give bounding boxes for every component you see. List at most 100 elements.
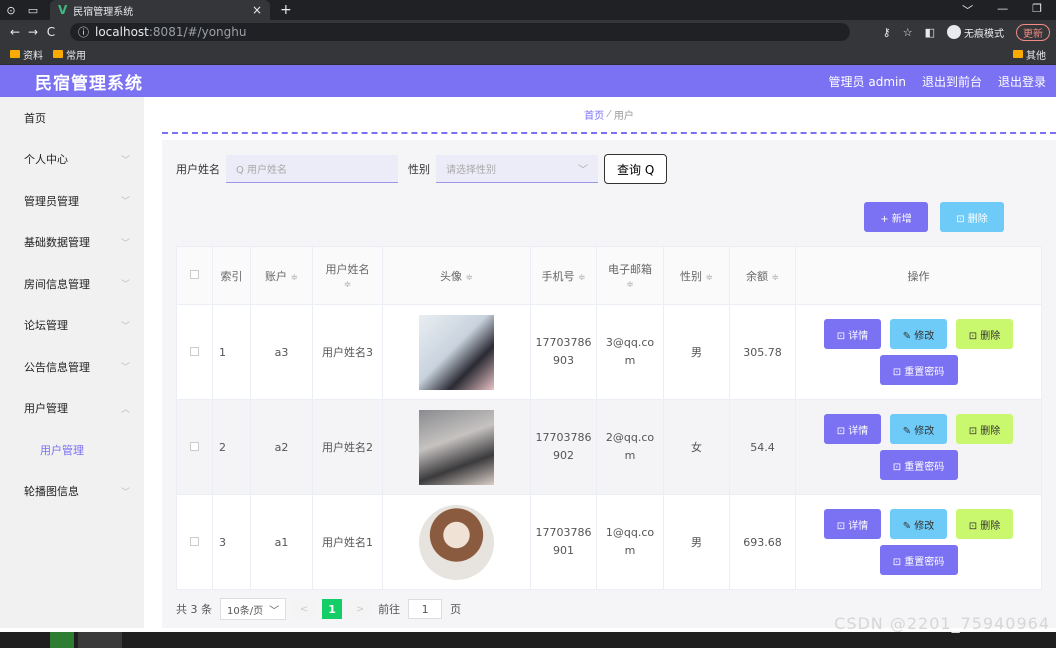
- browser-tab[interactable]: V 民宿管理系统 ×: [50, 0, 270, 20]
- sidebar-item-notice[interactable]: 公告信息管理 ﹀: [0, 346, 144, 388]
- sidepanel-icon[interactable]: ◧: [925, 26, 935, 39]
- back-icon[interactable]: ←: [6, 25, 24, 39]
- tab-search-icon[interactable]: ﹀: [962, 2, 973, 18]
- maximize-icon[interactable]: ❐: [1032, 2, 1042, 18]
- prev-page-button[interactable]: <: [294, 599, 315, 619]
- sort-icon[interactable]: ≑: [771, 273, 779, 283]
- cell-index: 1: [212, 304, 251, 400]
- sidebar-item-label: 基础数据管理: [24, 236, 90, 250]
- sidebar-subitem-user-management[interactable]: 用户管理: [0, 429, 144, 471]
- avatar-image[interactable]: [419, 409, 494, 485]
- forward-icon[interactable]: →: [24, 25, 42, 39]
- avatar-image[interactable]: [419, 314, 494, 390]
- col-name[interactable]: 用户姓名 ≑: [312, 246, 383, 305]
- sidebar-item-user-management[interactable]: 用户管理 ︿: [0, 388, 144, 430]
- sidebar-item-base-data[interactable]: 基础数据管理 ﹀: [0, 222, 144, 264]
- query-button[interactable]: 查询 Q: [604, 154, 668, 184]
- col-account[interactable]: 账户 ≑: [250, 246, 313, 305]
- taskbar-app-icon[interactable]: [50, 632, 74, 648]
- edit-button[interactable]: ✎ 修改: [890, 509, 947, 539]
- next-page-button[interactable]: >: [350, 599, 371, 619]
- col-avatar[interactable]: 头像 ≑: [382, 246, 531, 305]
- sidebar-item-label: 公告信息管理: [24, 360, 90, 374]
- site-info-icon[interactable]: ⓘ: [78, 24, 89, 40]
- cell-email: 2@qq.com: [596, 399, 664, 495]
- bookmark-folder-other[interactable]: 其他: [1013, 47, 1046, 62]
- chevron-down-icon: ﹀: [578, 165, 588, 176]
- total-count: 共 3 条: [176, 603, 212, 616]
- avatar-image[interactable]: [419, 504, 494, 580]
- goto-page-input[interactable]: 1: [408, 599, 443, 619]
- col-phone[interactable]: 手机号 ≑: [530, 246, 597, 305]
- reset-password-button[interactable]: ⊡ 重置密码: [879, 545, 958, 575]
- minimize-icon[interactable]: —: [997, 2, 1008, 18]
- sort-icon[interactable]: ≑: [290, 273, 298, 283]
- sort-icon[interactable]: ≑: [344, 280, 352, 290]
- new-tab-icon[interactable]: +: [280, 2, 292, 18]
- row-actions: ⊡ 详情 ✎ 修改 ⊡ 删除 ⊡ 重置密码: [796, 509, 1041, 575]
- edit-button[interactable]: ✎ 修改: [890, 414, 947, 444]
- sidebar-item-home[interactable]: 首页: [0, 97, 144, 139]
- sidebar-item-label: 首页: [24, 111, 46, 125]
- detail-button[interactable]: ⊡ 详情: [824, 414, 881, 444]
- col-email[interactable]: 电子邮箱 ≑: [596, 246, 664, 305]
- reload-icon[interactable]: C: [42, 25, 60, 39]
- sex-select[interactable]: 请选择性别 ﹀: [436, 155, 598, 183]
- col-balance[interactable]: 余额 ≑: [729, 246, 796, 305]
- sort-icon[interactable]: ≑: [465, 273, 473, 283]
- sidebar-item-personal-center[interactable]: 个人中心 ﹀: [0, 139, 144, 181]
- cell-sex: 男: [663, 304, 730, 400]
- detail-button[interactable]: ⊡ 详情: [824, 319, 881, 349]
- cell-account: a3: [250, 304, 313, 400]
- browser-toolbar: ← → C ⓘ localhost:8081/#/yonghu ⚷ ☆ ◧ 无痕…: [0, 20, 1056, 44]
- delete-button[interactable]: ⊡ 删除: [956, 319, 1013, 349]
- reset-password-button[interactable]: ⊡ 重置密码: [879, 450, 958, 480]
- chrome-icon[interactable]: ⊙: [0, 4, 22, 17]
- app-title: 民宿管理系统: [35, 73, 143, 94]
- main-content: 首页 ⁄ 用户 用户姓名 Q 用户姓名 性别 请选择性别 ﹀ 查询 Q + 新增…: [144, 97, 1056, 628]
- breadcrumb-home[interactable]: 首页: [584, 107, 604, 122]
- detail-button[interactable]: ⊡ 详情: [824, 509, 881, 539]
- breadcrumb-current: 用户: [613, 111, 634, 122]
- page-size-select[interactable]: 10条/页 ﹀: [220, 598, 287, 620]
- taskbar-app-icon[interactable]: [78, 632, 122, 648]
- page-number-current[interactable]: 1: [322, 599, 343, 619]
- batch-delete-button[interactable]: ⊡ 删除: [940, 202, 1004, 232]
- bookmark-folder-changyong[interactable]: 常用: [53, 47, 86, 62]
- sort-icon[interactable]: ≑: [578, 273, 586, 283]
- reset-password-button[interactable]: ⊡ 重置密码: [879, 355, 958, 385]
- col-sex[interactable]: 性别 ≑: [663, 246, 730, 305]
- delete-button[interactable]: ⊡ 删除: [956, 509, 1013, 539]
- row-checkbox[interactable]: [190, 536, 199, 546]
- logout-link[interactable]: 退出登录: [998, 73, 1046, 90]
- row-checkbox[interactable]: [190, 441, 199, 451]
- row-actions-line: ⊡ 详情 ✎ 修改 ⊡ 删除: [824, 414, 1013, 444]
- sidebar-item-carousel[interactable]: 轮播图信息 ﹀: [0, 471, 144, 513]
- cell-avatar: [382, 304, 531, 400]
- incognito-indicator[interactable]: 无痕模式: [947, 25, 1004, 40]
- sidebar-item-label: 个人中心: [24, 153, 68, 167]
- edit-button[interactable]: ✎ 修改: [890, 319, 947, 349]
- add-button[interactable]: + 新增: [864, 202, 928, 232]
- sort-icon[interactable]: ≑: [626, 280, 634, 290]
- star-icon[interactable]: ☆: [903, 26, 913, 39]
- cell-sex: 男: [663, 494, 730, 590]
- sidebar-item-forum[interactable]: 论坛管理 ﹀: [0, 305, 144, 347]
- sort-icon[interactable]: ≑: [705, 273, 713, 283]
- update-button[interactable]: 更新: [1016, 23, 1050, 41]
- sidebar-item-admin-management[interactable]: 管理员管理 ﹀: [0, 180, 144, 222]
- delete-button[interactable]: ⊡ 删除: [956, 414, 1013, 444]
- to-frontend-link[interactable]: 退出到前台: [922, 73, 982, 90]
- row-actions: ⊡ 详情 ✎ 修改 ⊡ 删除 ⊡ 重置密码: [796, 414, 1041, 480]
- tab-strip-icon[interactable]: ▭: [22, 4, 44, 17]
- bookmark-folder-ziliao[interactable]: 资料: [10, 47, 43, 62]
- select-all-checkbox[interactable]: [190, 270, 199, 279]
- key-icon[interactable]: ⚷: [883, 26, 891, 39]
- address-bar[interactable]: ⓘ localhost:8081/#/yonghu: [70, 23, 850, 41]
- sex-label: 性别: [408, 163, 430, 176]
- sidebar-item-room-info[interactable]: 房间信息管理 ﹀: [0, 263, 144, 305]
- row-checkbox[interactable]: [190, 346, 199, 356]
- select-all-cell: [176, 246, 213, 305]
- name-search-input[interactable]: Q 用户姓名: [226, 155, 398, 183]
- tab-close-icon[interactable]: ×: [252, 3, 262, 17]
